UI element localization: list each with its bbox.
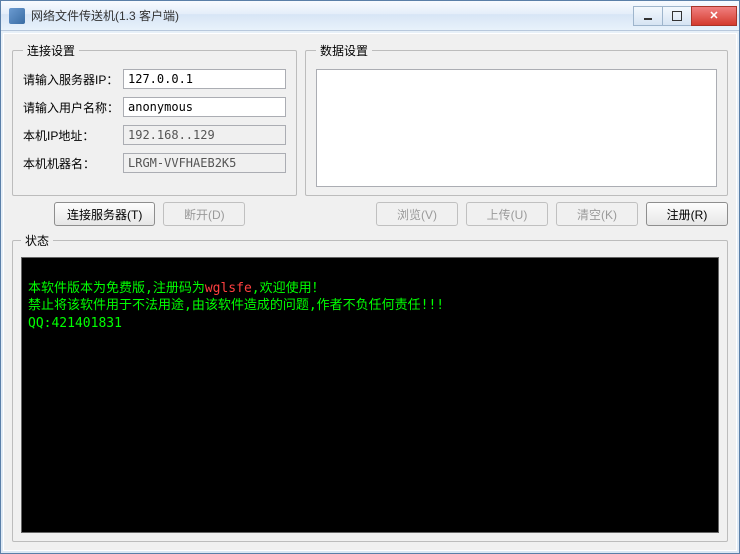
browse-button: 浏览(V) [376,202,458,226]
connection-settings-legend: 连接设置 [23,42,79,59]
connection-settings-group: 连接设置 请输入服务器IP： 请输入用户名称： 本机IP地址： 本机机器名： [12,42,297,196]
clear-button: 清空(K) [556,202,638,226]
server-ip-input[interactable] [123,69,286,89]
top-panels: 连接设置 请输入服务器IP： 请输入用户名称： 本机IP地址： 本机机器名： [12,42,728,196]
username-row: 请输入用户名称： [23,97,286,117]
data-settings-group: 数据设置 [305,42,728,196]
app-window: 网络文件传送机(1.3 客户端) 连接设置 请输入服务器IP： 请输入用户名称： [0,0,740,554]
status-line-1: 本软件版本为免费版,注册码为wglsfe,欢迎使用！ [28,281,325,296]
server-ip-label: 请输入服务器IP： [23,71,123,88]
status-legend: 状态 [21,232,53,249]
button-row: 连接服务器(T) 断开(D) 浏览(V) 上传(U) 清空(K) 注册(R) [12,200,728,228]
machine-name-label: 本机机器名： [23,155,123,172]
username-input[interactable] [123,97,286,117]
titlebar[interactable]: 网络文件传送机(1.3 客户端) [1,1,739,31]
status-line-qq: QQ:421401831 [28,316,122,331]
status-group: 状态 本软件版本为免费版,注册码为wglsfe,欢迎使用！ 禁止将该软件用于不法… [12,232,728,542]
upload-button: 上传(U) [466,202,548,226]
status-line-2: 禁止将该软件用于不法用途,由该软件造成的问题,作者不负任何责任!!! [28,298,444,313]
reg-code: wglsfe [205,281,252,296]
machine-name-input [123,153,286,173]
local-ip-label: 本机IP地址： [23,127,123,144]
data-list[interactable] [316,69,717,187]
register-button[interactable]: 注册(R) [646,202,728,226]
window-title: 网络文件传送机(1.3 客户端) [31,7,634,24]
minimize-button[interactable] [633,6,663,26]
client-area: 连接设置 请输入服务器IP： 请输入用户名称： 本机IP地址： 本机机器名： [3,33,737,551]
status-console[interactable]: 本软件版本为免费版,注册码为wglsfe,欢迎使用！ 禁止将该软件用于不法用途,… [21,257,719,533]
username-label: 请输入用户名称： [23,99,123,116]
machine-name-row: 本机机器名： [23,153,286,173]
server-ip-row: 请输入服务器IP： [23,69,286,89]
close-button[interactable] [691,6,737,26]
maximize-button[interactable] [662,6,692,26]
disconnect-button: 断开(D) [163,202,245,226]
window-buttons [634,6,737,26]
local-ip-input [123,125,286,145]
app-icon [9,8,25,24]
connect-server-button[interactable]: 连接服务器(T) [54,202,155,226]
data-settings-legend: 数据设置 [316,42,372,59]
local-ip-row: 本机IP地址： [23,125,286,145]
